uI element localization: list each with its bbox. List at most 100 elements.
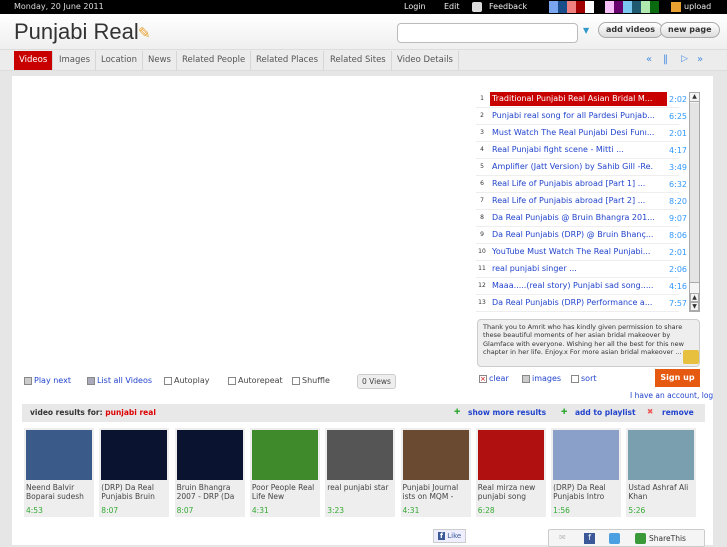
playlist-item[interactable]: 2 Punjabi real song for all Pardesi Punja…	[476, 108, 687, 125]
playlist-item[interactable]: 6 Real Life of Punjabis abroad [Part 1] .…	[476, 176, 687, 193]
playlist-item[interactable]: 10 YouTube Must Watch The Real Punjabi...…	[476, 244, 687, 261]
login-account-link[interactable]: I have an account, log	[630, 391, 713, 400]
video-title[interactable]: Real mirza new punjabi song	[478, 483, 544, 505]
playlist-item[interactable]: 1 Traditional Punjabi Real Asian Bridal M…	[476, 91, 687, 108]
playlist-item-title[interactable]: Amplifier (Jatt Version) by Sahib Gill -…	[492, 162, 654, 171]
playlist-scrollbar[interactable]: ▲ ▲ ▼	[689, 92, 700, 312]
video-thumbnail[interactable]	[553, 430, 620, 480]
color-swatch[interactable]	[641, 1, 650, 13]
playlist-item-title[interactable]: real punjabi singer ...	[492, 264, 654, 273]
tab-video-details[interactable]: Video Details	[392, 51, 459, 70]
video-title[interactable]: (DRP) Da Real Punjabis Intro	[553, 483, 619, 505]
video-thumbnail[interactable]	[176, 430, 243, 480]
remove-link[interactable]: remove	[662, 408, 694, 417]
shuffle-checkbox[interactable]: Shuffle	[292, 376, 330, 385]
video-thumbnail[interactable]	[26, 430, 92, 480]
color-swatch[interactable]	[576, 1, 585, 13]
playlist-item-title[interactable]: Real Punjabi fight scene - Mitti ...	[492, 145, 654, 154]
play-icon[interactable]: ▷	[681, 54, 688, 64]
email-share-icon[interactable]: ✉	[559, 533, 566, 542]
dropdown-arrow-icon[interactable]: ▼	[583, 26, 589, 35]
list-all-videos-button[interactable]: List all Videos	[87, 376, 152, 385]
playlist-item[interactable]: 12 Maaa.....(real story) Punjabi sad song…	[476, 278, 687, 295]
video-result[interactable]: (DRP) Da Real Punjabis Bruin 8:07	[99, 428, 170, 517]
new-page-button[interactable]: new page	[660, 22, 720, 38]
clear-button[interactable]: × clear	[479, 374, 509, 383]
tab-news[interactable]: News	[143, 51, 177, 70]
video-result[interactable]: Ustad Ashraf Ali Khan 5:26	[626, 428, 697, 517]
facebook-share-icon[interactable]: f	[584, 533, 595, 544]
tab-related-people[interactable]: Related People	[177, 51, 252, 70]
playlist-item-title[interactable]: Real Life of Punjabis abroad [Part 1] ..…	[492, 179, 654, 188]
tab-location[interactable]: Location	[96, 51, 143, 70]
playlist-item[interactable]: 9 Da Real Punjabis (DRP) @ Bruin Bhanç...…	[476, 227, 687, 244]
sign-up-button[interactable]: Sign up	[655, 369, 700, 387]
sharethis-icon[interactable]	[635, 533, 646, 544]
color-swatch[interactable]	[623, 1, 632, 13]
color-swatch[interactable]	[558, 1, 567, 13]
video-thumbnail[interactable]	[327, 430, 394, 480]
color-swatch[interactable]	[549, 1, 558, 13]
autoplay-checkbox[interactable]: Autoplay	[164, 376, 210, 385]
playlist-item-title[interactable]: Must Watch The Real Punjabi Desi Funı...	[492, 128, 654, 137]
video-title[interactable]: (DRP) Da Real Punjabis Bruin	[101, 483, 167, 505]
video-result[interactable]: (DRP) Da Real Punjabis Intro 1:56	[551, 428, 622, 517]
show-more-results-link[interactable]: show more results	[468, 408, 546, 417]
playlist-item[interactable]: 7 Real Life of Punjabis abroad [Part 2] .…	[476, 193, 687, 210]
video-player[interactable]	[22, 88, 462, 363]
scroll-thumb[interactable]	[690, 103, 699, 283]
playlist-item[interactable]: 5 Amplifier (Jatt Version) by Sahib Gill …	[476, 159, 687, 176]
tab-images[interactable]: Images	[54, 51, 97, 70]
email-icon[interactable]	[683, 350, 699, 364]
video-title[interactable]: real punjabi star	[327, 483, 393, 505]
edit-pencil-icon[interactable]: ✎	[138, 24, 151, 42]
play-next-button[interactable]: Play next	[24, 376, 71, 385]
playlist-item[interactable]: 3 Must Watch The Real Punjabi Desi Funı..…	[476, 125, 687, 142]
playlist-item-title[interactable]: YouTube Must Watch The Real Punjabi...	[492, 247, 654, 256]
playlist-item-title[interactable]: Da Real Punjabis @ Bruin Bhangra 201...	[492, 213, 654, 222]
color-swatch[interactable]	[650, 1, 659, 13]
scroll-up-small-icon[interactable]: ▲	[690, 293, 699, 302]
playlist-item[interactable]: 8 Da Real Punjabis @ Bruin Bhangra 201...…	[476, 210, 687, 227]
twitter-share-icon[interactable]	[609, 533, 620, 544]
video-title[interactable]: Bruin Bhangra 2007 - DRP (Da	[177, 483, 243, 505]
video-title[interactable]: Punjabi Journal ists on MQM -	[403, 483, 469, 505]
playlist-item-title[interactable]: Da Real Punjabis (DRP) Performance a...	[492, 298, 654, 307]
images-button[interactable]: images	[522, 374, 561, 383]
video-title[interactable]: Poor People Real Life New	[252, 483, 318, 505]
video-result[interactable]: Bruin Bhangra 2007 - DRP (Da 8:07	[174, 428, 245, 517]
playlist-item-title[interactable]: Punjabi real song for all Pardesi Punjab…	[492, 111, 654, 120]
video-title[interactable]: Ustad Ashraf Ali Khan	[628, 483, 694, 505]
playlist-item[interactable]: 4 Real Punjabi fight scene - Mitti ... 4:1…	[476, 142, 687, 159]
sort-button[interactable]: sort	[571, 374, 597, 383]
color-swatch[interactable]	[596, 1, 605, 13]
color-swatch[interactable]	[567, 1, 576, 13]
feedback-link[interactable]: Feedback	[489, 2, 527, 11]
color-swatch[interactable]	[614, 1, 623, 13]
video-thumbnail[interactable]	[101, 430, 168, 480]
tab-related-sites[interactable]: Related Sites	[325, 51, 392, 70]
tab-related-places[interactable]: Related Places	[251, 51, 325, 70]
edit-link[interactable]: Edit	[444, 2, 460, 11]
rewind-icon[interactable]: «	[646, 54, 652, 65]
autorepeat-checkbox[interactable]: Autorepeat	[228, 376, 283, 385]
facebook-like-button[interactable]: f Like	[433, 529, 467, 543]
video-thumbnail[interactable]	[628, 430, 695, 480]
color-swatch[interactable]	[605, 1, 614, 13]
color-swatch[interactable]	[632, 1, 641, 13]
playlist-item[interactable]: 13 Da Real Punjabis (DRP) Performance a..…	[476, 295, 687, 312]
video-result[interactable]: Punjabi Journal ists on MQM -4:31	[400, 428, 471, 517]
color-swatch[interactable]	[585, 1, 594, 13]
add-to-playlist-link[interactable]: add to playlist	[575, 408, 636, 417]
scroll-down-icon[interactable]: ▼	[690, 302, 699, 311]
search-input[interactable]	[397, 23, 578, 43]
scroll-up-icon[interactable]: ▲	[690, 93, 699, 102]
video-thumbnail[interactable]	[251, 430, 318, 480]
fast-forward-icon[interactable]: »	[697, 54, 703, 65]
playlist-item-title[interactable]: Maaa.....(real story) Punjabi sad song..…	[492, 281, 654, 290]
video-result[interactable]: real punjabi star 3:23	[325, 428, 396, 517]
tab-videos[interactable]: Videos	[14, 51, 54, 70]
playlist-item-title[interactable]: Real Life of Punjabis abroad [Part 2] ..…	[492, 196, 654, 205]
sharethis-label[interactable]: ShareThis	[649, 534, 686, 543]
playlist-item-title[interactable]: Traditional Punjabi Real Asian Bridal M.…	[490, 92, 667, 106]
